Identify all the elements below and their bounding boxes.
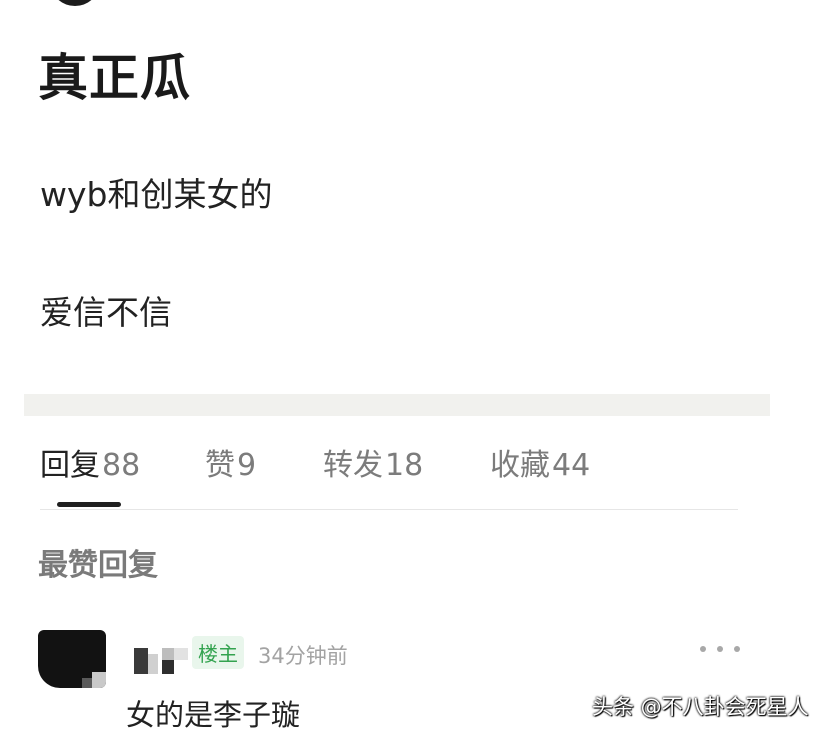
tab-reposts[interactable]: 转发18 [323, 440, 423, 484]
tab-favorites-label: 收藏 [490, 448, 550, 483]
dot [717, 646, 723, 652]
pixel-block [148, 654, 158, 674]
top-replies-heading: 最赞回复 [38, 548, 158, 583]
reply-timestamp: 34分钟前 [258, 644, 348, 668]
tab-reposts-label: 转发 [323, 448, 383, 483]
tabs-underline [40, 509, 738, 510]
tab-favorites-count: 44 [552, 448, 591, 483]
author-avatar[interactable] [52, 0, 98, 6]
tab-likes-label: 赞 [205, 448, 235, 483]
tab-replies-label: 回复 [40, 448, 100, 483]
pixel-block [162, 660, 174, 674]
section-divider [24, 394, 770, 416]
source-watermark: 头条 @不八卦会死星人 [592, 695, 809, 719]
pixel-block [134, 648, 148, 674]
pixel-block [174, 648, 188, 660]
tab-likes-count: 9 [237, 448, 257, 483]
tab-reposts-count: 18 [385, 448, 424, 483]
reply-text: 女的是李子璇 [126, 698, 301, 732]
post-body-line-2: 爱信不信 [40, 293, 172, 332]
dot [700, 646, 706, 652]
reply-avatar[interactable] [38, 630, 106, 688]
pixel-block [162, 648, 174, 660]
more-options-icon[interactable] [700, 638, 740, 660]
avatar-pixelation [92, 672, 106, 688]
dot [734, 646, 740, 652]
avatar-pixelation [82, 678, 92, 688]
reply-username-pixelated[interactable] [134, 646, 194, 674]
tab-replies[interactable]: 回复88 [40, 440, 140, 484]
post-title: 真正瓜 [38, 49, 191, 107]
post-body-line-1: wyb和创某女的 [40, 175, 273, 214]
tab-replies-count: 88 [102, 448, 141, 483]
tab-favorites[interactable]: 收藏44 [490, 440, 590, 484]
op-badge: 楼主 [192, 636, 244, 669]
tab-likes[interactable]: 赞9 [205, 440, 256, 484]
active-tab-indicator [57, 502, 121, 507]
